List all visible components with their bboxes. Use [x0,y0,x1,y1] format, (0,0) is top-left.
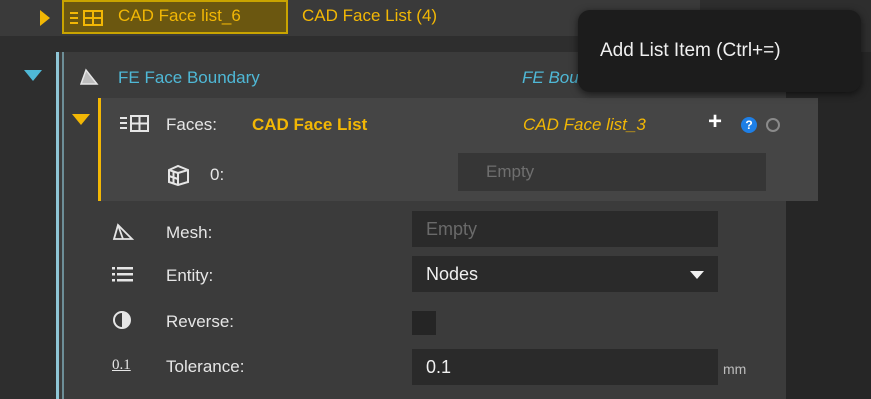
mesh-label: Mesh: [166,223,213,242]
parent-item-type: CAD Face List (4) [302,6,438,25]
cad-face-list-icon [68,8,108,33]
tolerance-icon-text: 0.1 [112,357,131,373]
collapse-arrow-icon[interactable] [72,114,90,125]
mesh-field[interactable]: Empty [412,211,718,247]
faces-indent-bar [98,98,101,201]
reverse-label: Reverse: [166,312,235,331]
tolerance-icon: 0.1 [112,356,131,374]
list-item-field[interactable]: Empty [458,153,766,191]
tooltip-text: Add List Item (Ctrl+=) [600,40,781,61]
fe-boundary-label[interactable]: FE Face Boundary [118,68,260,88]
faces-reference[interactable]: CAD Face list_3 [523,115,646,135]
tolerance-unit: mm [723,361,747,377]
collapse-arrow-icon[interactable] [24,70,42,81]
contrast-icon [112,310,132,335]
cad-face-list-icon [118,112,152,139]
reverse-checkbox[interactable] [412,311,436,335]
mesh-icon [112,222,136,247]
parent-item-name: CAD Face list_6 [118,6,241,25]
faces-label: Faces: [166,115,218,134]
panel-indent-bar-secondary [62,52,64,399]
dropdown-arrow-icon[interactable] [690,271,704,279]
cube-face-icon [166,164,192,191]
tolerance-field[interactable]: 0.1 [412,349,718,385]
list-item-index: 0: [210,165,225,184]
help-icon[interactable]: ? [741,117,757,133]
panel-indent-bar [56,52,59,399]
list-icon [112,265,134,288]
entity-select[interactable]: Nodes [412,256,718,292]
expand-arrow-icon[interactable] [40,10,50,26]
tolerance-label: Tolerance: [166,357,245,376]
faces-type: CAD Face List [252,115,368,134]
entity-label: Entity: [166,266,214,285]
circle-icon[interactable] [766,118,780,132]
add-list-item-button[interactable]: + [708,110,722,134]
fe-boundary-icon [78,67,100,92]
